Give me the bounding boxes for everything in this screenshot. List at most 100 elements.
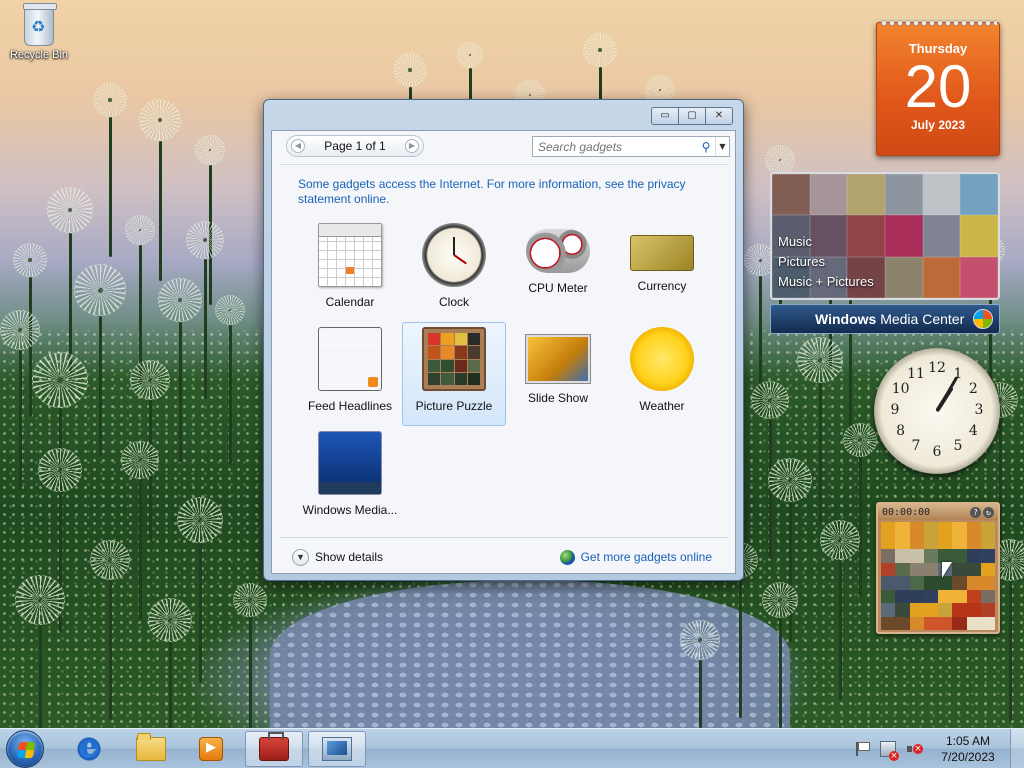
puzzle-tile[interactable]: [966, 576, 981, 590]
puzzle-tile[interactable]: [881, 549, 896, 563]
puzzle-tile[interactable]: [938, 535, 953, 549]
puzzle-tile[interactable]: [923, 589, 938, 603]
puzzle-tile[interactable]: [966, 603, 981, 617]
gadget-item[interactable]: CPU Meter: [506, 218, 610, 322]
puzzle-tile[interactable]: [909, 562, 924, 576]
puzzle-tile[interactable]: [952, 535, 967, 549]
puzzle-tile[interactable]: [980, 603, 995, 617]
puzzle-shuffle-icon[interactable]: ↻: [983, 506, 994, 518]
puzzle-tile[interactable]: [881, 603, 896, 617]
media-center-menu-music-pictures[interactable]: Music + Pictures: [778, 272, 874, 292]
volume-muted-icon[interactable]: [906, 741, 923, 757]
gadget-item[interactable]: Slide Show: [506, 322, 610, 426]
puzzle-tile[interactable]: [938, 589, 953, 603]
puzzle-tile[interactable]: [895, 603, 910, 617]
gadget-item[interactable]: Weather: [610, 322, 714, 426]
window-titlebar[interactable]: ▭ ▢ ✕: [264, 100, 743, 130]
puzzle-tile[interactable]: [881, 562, 896, 576]
taskbar-clock[interactable]: 1:05 AM 7/20/2023: [932, 733, 1004, 765]
taskbar-internet-explorer[interactable]: [60, 731, 118, 767]
maximize-button[interactable]: ▢: [678, 107, 706, 125]
close-button[interactable]: ✕: [705, 107, 733, 125]
puzzle-tile[interactable]: [895, 522, 910, 536]
search-dropdown-button[interactable]: ▼: [715, 137, 729, 156]
media-center-menu-pictures[interactable]: Pictures: [778, 252, 874, 272]
picture-puzzle-gadget[interactable]: 00:00:00 ? ↻: [876, 502, 1000, 634]
get-more-gadgets-link[interactable]: Get more gadgets online: [559, 549, 712, 565]
search-icon[interactable]: ⚲: [697, 140, 715, 154]
puzzle-tile[interactable]: [881, 522, 896, 536]
puzzle-tile[interactable]: [980, 535, 995, 549]
taskbar-windows-explorer[interactable]: [122, 731, 180, 767]
puzzle-tile[interactable]: [909, 576, 924, 590]
taskbar-windows-media-player[interactable]: [182, 731, 240, 767]
media-center-gadget[interactable]: Music Pictures Music + Pictures Windows …: [770, 172, 1000, 334]
puzzle-tile[interactable]: [966, 549, 981, 563]
puzzle-tile[interactable]: [952, 576, 967, 590]
action-center-flag-icon[interactable]: [854, 741, 870, 757]
puzzle-tile[interactable]: [881, 616, 896, 630]
puzzle-tile[interactable]: [881, 535, 896, 549]
puzzle-tile[interactable]: [966, 562, 981, 576]
recycle-bin-desktop-icon[interactable]: Recycle Bin: [6, 3, 72, 61]
puzzle-tile[interactable]: [938, 616, 953, 630]
show-details-toggle[interactable]: ▼ Show details: [292, 548, 383, 566]
calendar-gadget[interactable]: Thursday 20 July 2023: [876, 18, 1000, 156]
next-page-button[interactable]: ▶: [404, 139, 419, 153]
puzzle-tile[interactable]: [881, 576, 896, 590]
puzzle-tile[interactable]: [923, 603, 938, 617]
puzzle-tile[interactable]: [980, 522, 995, 536]
puzzle-tile[interactable]: [952, 616, 967, 630]
puzzle-tile[interactable]: [895, 562, 910, 576]
puzzle-tile[interactable]: [938, 603, 953, 617]
start-button[interactable]: [6, 730, 44, 768]
puzzle-tile[interactable]: [909, 522, 924, 536]
puzzle-tile[interactable]: [895, 616, 910, 630]
puzzle-tile[interactable]: [895, 589, 910, 603]
clock-gadget[interactable]: 12 1 2 3 4 5 6 7 8 9 10 11: [874, 348, 1000, 474]
gadget-item[interactable]: Clock: [402, 218, 506, 322]
search-input[interactable]: [533, 137, 697, 156]
gadget-item[interactable]: Feed Headlines: [298, 322, 402, 426]
show-desktop-button[interactable]: [1010, 729, 1024, 768]
taskbar-toolbox-window[interactable]: [245, 731, 303, 767]
puzzle-tile[interactable]: [923, 576, 938, 590]
puzzle-tile[interactable]: [980, 589, 995, 603]
puzzle-help-icon[interactable]: ?: [970, 506, 981, 518]
puzzle-tile[interactable]: [980, 616, 995, 630]
puzzle-tile[interactable]: [966, 522, 981, 536]
puzzle-tile[interactable]: [952, 589, 967, 603]
puzzle-tile[interactable]: [980, 562, 995, 576]
puzzle-tile[interactable]: [966, 535, 981, 549]
gadget-item[interactable]: Calendar: [298, 218, 402, 322]
puzzle-tile[interactable]: [952, 522, 967, 536]
puzzle-tile[interactable]: [938, 549, 953, 563]
puzzle-tile[interactable]: [909, 589, 924, 603]
puzzle-tile[interactable]: [923, 616, 938, 630]
taskbar-display-window[interactable]: [308, 731, 366, 767]
previous-page-button[interactable]: ◀: [291, 139, 305, 153]
gadget-item[interactable]: Windows Media...: [298, 426, 402, 530]
gadget-item[interactable]: Picture Puzzle: [402, 322, 506, 426]
puzzle-tile[interactable]: [923, 522, 938, 536]
puzzle-tile[interactable]: [895, 576, 910, 590]
puzzle-tile[interactable]: [881, 589, 896, 603]
privacy-info-link[interactable]: Some gadgets access the Internet. For mo…: [298, 177, 708, 207]
puzzle-tile[interactable]: [923, 549, 938, 563]
puzzle-tile[interactable]: [980, 549, 995, 563]
puzzle-tile[interactable]: [966, 589, 981, 603]
network-disconnected-icon[interactable]: [880, 741, 899, 761]
puzzle-tile[interactable]: [980, 576, 995, 590]
puzzle-tile[interactable]: [923, 562, 938, 576]
puzzle-tile[interactable]: [952, 549, 967, 563]
puzzle-tile[interactable]: [966, 616, 981, 630]
puzzle-tile[interactable]: [952, 603, 967, 617]
puzzle-tile[interactable]: [909, 549, 924, 563]
minimize-button[interactable]: ▭: [651, 107, 679, 125]
puzzle-tile[interactable]: [909, 603, 924, 617]
puzzle-tile[interactable]: [909, 535, 924, 549]
puzzle-tile[interactable]: [909, 616, 924, 630]
media-center-launch-bar[interactable]: Windows Media Center: [770, 304, 1000, 334]
puzzle-tile[interactable]: [923, 535, 938, 549]
puzzle-tile[interactable]: [895, 549, 910, 563]
